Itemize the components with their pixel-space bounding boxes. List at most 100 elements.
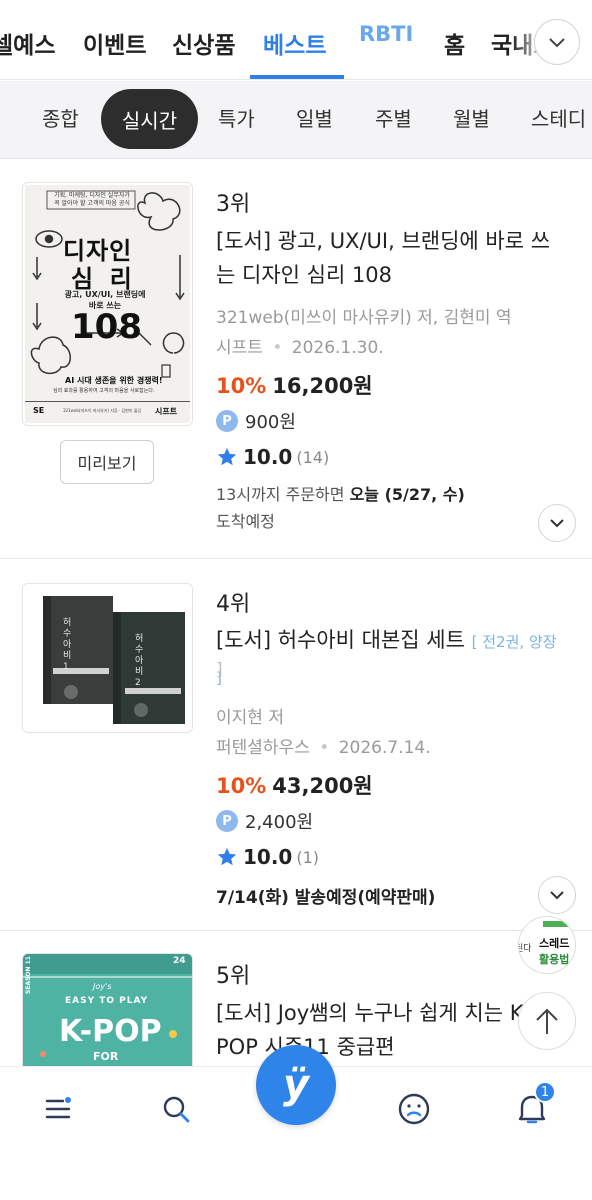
scroll-to-top-button[interactable] [518,992,576,1050]
sub-category-tabs: 종합 실시간 특가 일별 주별 월별 스테디 [0,81,592,159]
subtab-realtime[interactable]: 실시간 [101,89,198,149]
expand-item-button[interactable] [538,504,576,542]
rating-score: 10.0 [243,445,293,469]
tab-new[interactable]: 신상품 [172,26,235,60]
cover-top-line: 기획, 마케팅, 디자인 실무자가 [54,192,130,199]
cover-top-line: 꼭 알아야 할 고객의 마음 공식 [54,200,130,207]
book-title[interactable]: [도서] 허수아비 대본집 세트 [ 전2권, 양장 ] [216,623,566,695]
book-author: 321web(미쓰이 마사유키) 저, 김현미 역 [216,308,512,328]
chevron-down-icon [550,519,564,528]
book-title[interactable]: [도서] 광고, UX/UI, 브랜딩에 바로 쓰는 디자인 심리 108 [216,224,566,292]
subtab-weekly[interactable]: 주별 [375,103,412,132]
publish-date: 2026.7.14. [338,738,431,758]
cover-footer: 321web(미쓰이 마사유키) 지음 · 김현미 옮김 [63,408,142,413]
ad-line2: 활용법 [539,953,570,966]
top-category-tabs: 셀예스 이벤트 신상품 베스트 RBTI 홈 국내도서 [0,0,592,80]
rating-count: (1) [296,847,320,867]
sale-price: 43,200원 [272,774,373,798]
cover-logo: SE [33,406,45,415]
ad-side-text: 된다 [519,944,532,954]
subtab-special[interactable]: 특가 [218,103,255,132]
chevron-down-icon [549,38,565,48]
menu-button[interactable] [38,1089,78,1129]
search-button[interactable] [156,1089,196,1129]
menu-icon [45,1097,71,1119]
tab-home[interactable]: 홈 [444,26,465,60]
home-icon: ÿ [282,1062,310,1108]
points-row: P 900원 [216,408,296,434]
arrow-up-icon [536,1008,558,1034]
book-cover[interactable]: SEASON 11 24 Joy's EASY TO PLAY K-POP FO… [22,953,193,1067]
home-button[interactable]: ÿ [256,1045,336,1125]
subtab-daily[interactable]: 일별 [296,103,333,132]
point-icon: P [216,810,238,832]
delivery-prefix: 13시까지 주문하면 [216,485,350,504]
cover-number: 108 [71,307,142,347]
rating-count: (14) [296,447,330,467]
subtab-overall[interactable]: 종합 [42,103,79,132]
sale-price: 16,200원 [272,374,373,398]
cover-book1-title: 허수아비 1 [63,618,72,672]
divider [0,558,592,559]
notification-button[interactable]: 1 [512,1081,556,1129]
rating-row: 10.0 (14) [216,445,329,469]
publisher: 퍼텐셜하우스 [216,738,310,758]
book-title-text: [도서] 허수아비 대본집 세트 [216,628,465,652]
price-row: 10% 16,200원 [216,370,373,400]
cover-season: SEASON 11 [25,956,32,994]
star-icon [217,447,237,466]
discount-rate: 10% [216,774,267,798]
cover-illustration [23,584,192,732]
tab-event[interactable]: 이벤트 [83,26,146,60]
delivery-date: 오늘 (5/27, 수) [349,485,465,504]
subtab-steady[interactable]: 스테디 [531,103,586,132]
delivery-info: 13시까지 주문하면 오늘 (5/27, 수) 도착예정 [216,481,465,535]
points-value: 2,400원 [245,812,314,833]
publisher: 시프트 [216,338,263,358]
bottom-navigation: ÿ 1 [0,1045,592,1200]
active-tab-indicator [250,75,344,79]
publish-date: 2026.1.30. [291,338,384,358]
price-row: 10% 43,200원 [216,770,373,800]
chevron-down-icon [550,891,564,900]
cover-line1: Joy's [93,982,112,991]
expand-item-button[interactable] [538,876,576,914]
notification-badge: 1 [534,1081,556,1103]
book-cover[interactable]: 허수아비 1 허수아비 2 [22,583,193,733]
book-cover[interactable]: 기획, 마케팅, 디자인 실무자가 꼭 알아야 할 고객의 마음 공식 디자인 … [22,182,193,426]
rank-label: 4위 [216,592,251,617]
book-publish-info: 퍼텐셜하우스 • 2026.7.14. [216,738,431,758]
floating-ad-button[interactable]: 된다 스레드 활용법 [518,916,576,974]
book-title[interactable]: [도서] Joy쌤의 누구나 쉽게 치는 K-POP 시즌11 중급편 [216,996,556,1064]
title-ellipsis: ] [216,660,223,680]
rank-label: 3위 [216,192,251,217]
preview-button[interactable]: 미리보기 [60,440,154,484]
rating-score: 10.0 [243,845,293,869]
divider [0,930,592,931]
cover-line2: EASY TO PLAY [65,996,149,1006]
ad-line1: 스레드 [539,937,570,950]
rating-row: 10.0 (1) [216,845,319,869]
tab-yes24[interactable]: 셀예스 [0,26,55,60]
cover-tagline: 심리 효과를 활용하여 고객의 마음을 사로잡는다. [53,388,155,394]
subtab-monthly[interactable]: 월별 [453,103,490,132]
cover-for: FOR [93,1050,119,1063]
cover-publisher: 시프트 [155,407,178,416]
shipping-info: 7/14(화) 발송예정(예약판매) [216,888,436,908]
discount-rate: 10% [216,374,267,398]
cover-kpop: K-POP [59,1014,162,1049]
expand-tabs-button[interactable] [534,19,580,65]
search-icon [163,1096,190,1123]
cover-book2-title: 허수아비 2 [135,634,144,688]
star-icon [217,847,237,866]
cover-num: 24 [173,956,186,966]
tab-rbti[interactable]: RBTI [359,22,413,46]
cover-subtitle: 광고, UX/UI, 브랜딩에 [64,290,146,299]
my-page-icon [398,1093,430,1125]
cover-tagline: AI 시대 생존을 위한 경쟁력! [65,376,163,385]
delivery-suffix: 도착예정 [216,512,275,531]
my-page-button[interactable] [394,1089,434,1129]
points-value: 900원 [245,412,296,433]
tab-best[interactable]: 베스트 [263,26,326,60]
rank-label: 5위 [216,964,251,989]
